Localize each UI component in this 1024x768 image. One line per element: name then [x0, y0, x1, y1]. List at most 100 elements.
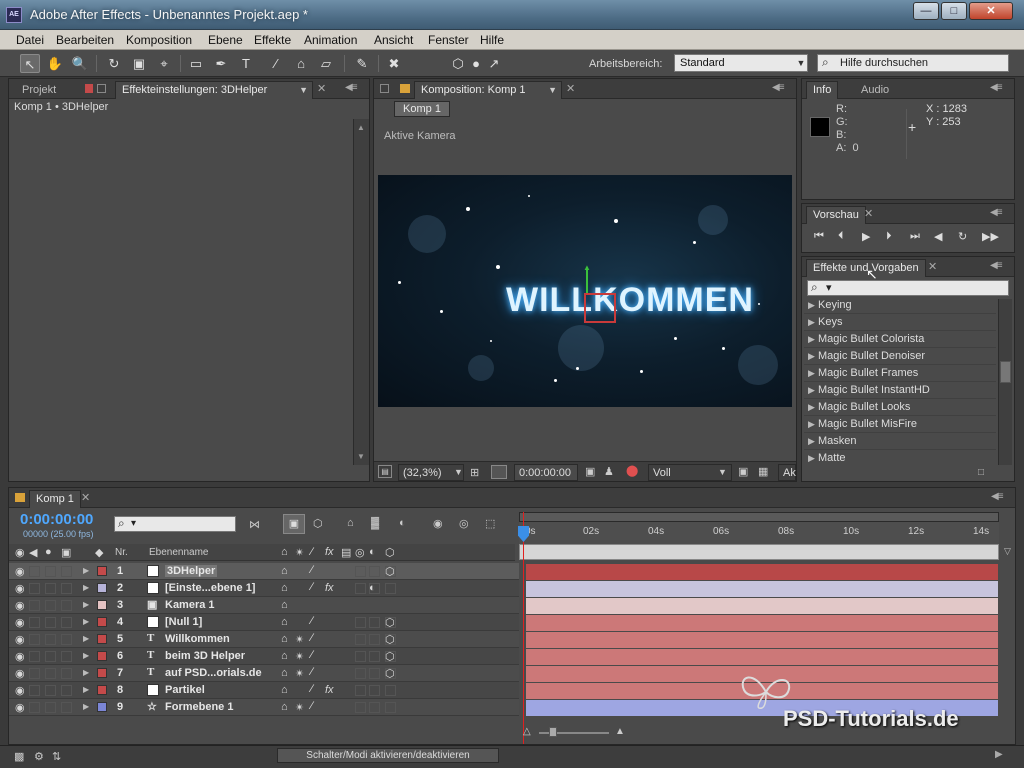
eraser-tool-icon[interactable]: ▱ [316, 54, 336, 73]
close-icon[interactable]: ✕ [317, 82, 326, 95]
expand-arrow-icon[interactable]: ▶ [83, 583, 89, 592]
quality-switch-icon[interactable]: ∕ [311, 581, 313, 593]
label-color[interactable] [97, 617, 107, 627]
solo-cell[interactable] [45, 668, 56, 679]
audio-cell[interactable] [29, 583, 40, 594]
motion-blur-cell[interactable] [355, 583, 366, 594]
motion-blur-cell[interactable] [355, 617, 366, 628]
lock-icon[interactable]: ▣ [61, 546, 71, 559]
panel-menu-icon[interactable]: ◀≡ [990, 207, 1002, 218]
fx-switch-icon[interactable]: fx [325, 546, 334, 558]
expand-arrow-icon[interactable]: ▶ [83, 566, 89, 575]
label-color[interactable] [97, 634, 107, 644]
text-tool-icon[interactable]: T [236, 54, 256, 73]
solo-cell[interactable] [45, 600, 56, 611]
adjustment-cell[interactable] [369, 651, 380, 662]
audio-cell[interactable] [29, 685, 40, 696]
rectangle-tool-icon[interactable]: ▭ [186, 54, 206, 73]
collapse-switch-icon[interactable]: ✴ [295, 633, 304, 646]
fx-switch-icon[interactable]: fx [325, 684, 334, 696]
layer-row[interactable]: ◉ ▶ 9 ☆ Formebene 1 ⌂ ✴ ∕ [9, 699, 519, 716]
motion-blur-cell[interactable] [355, 634, 366, 645]
audio-cell[interactable] [29, 600, 40, 611]
expand-arrow-icon[interactable]: ▶ [83, 668, 89, 677]
menu-fenster[interactable]: Fenster [428, 33, 469, 47]
chevron-down-icon[interactable]: ▼ [718, 467, 727, 477]
pen-tool-icon[interactable]: ✒ [211, 54, 231, 73]
audio-cell[interactable] [29, 651, 40, 662]
eye-icon[interactable]: ◉ [15, 650, 25, 663]
shy-switch-icon[interactable]: ⌂ [281, 650, 288, 662]
comp-mini-flowchart-icon[interactable]: ⋈ [249, 518, 260, 531]
list-item[interactable]: ▶ Magic Bullet Colorista [804, 331, 996, 348]
adjustment-cell[interactable] [369, 685, 380, 696]
solo-cell[interactable] [45, 685, 56, 696]
tab-effect-controls[interactable]: Effekteinstellungen: 3DHelper ▼ [115, 81, 313, 99]
layer-name[interactable]: auf PSD...orials.de [165, 667, 262, 679]
scroll-right-icon[interactable]: ▶ [995, 749, 1003, 760]
tab-project[interactable]: Projekt [15, 81, 63, 99]
layer-duration-bar[interactable] [526, 598, 998, 614]
region-of-interest-icon[interactable]: ▣ [738, 465, 748, 478]
menu-ebene[interactable]: Ebene [208, 33, 243, 47]
quality-switch-icon[interactable]: ∕ [311, 546, 313, 558]
panel-menu-icon[interactable]: ◀≡ [990, 260, 1002, 271]
ram-preview-icon[interactable]: ▶▶ [982, 230, 999, 243]
3d-switch-icon[interactable]: ⬡ [385, 546, 395, 559]
audio-icon[interactable]: ◀ [934, 230, 942, 243]
live-update-icon[interactable]: ▣ [283, 514, 305, 534]
comp-navigator-button[interactable]: Komp 1 [394, 101, 450, 117]
brush-tool-icon[interactable]: ∕ [266, 54, 286, 73]
eye-icon[interactable]: ◉ [15, 546, 25, 559]
lock-icon[interactable] [380, 84, 389, 93]
adjustment-switch-icon[interactable]: ◐ [369, 546, 376, 558]
adjustment-cell[interactable] [369, 668, 380, 679]
show-snapshot-icon[interactable]: ♟ [604, 465, 614, 478]
work-area-bar[interactable] [519, 512, 999, 522]
first-frame-icon[interactable]: ⏮ [814, 230, 824, 243]
label-color[interactable] [97, 702, 107, 712]
collapse-switch-icon[interactable]: ✴ [295, 546, 304, 559]
lock-cell[interactable] [61, 702, 72, 713]
prev-frame-icon[interactable]: ⏴ [838, 230, 844, 243]
3d-layer-icon[interactable]: ⬡ [385, 650, 395, 663]
menu-komposition[interactable]: Komposition [126, 33, 192, 47]
rotate-tool-icon[interactable]: ↻ [104, 54, 124, 73]
layer-row[interactable]: ◉ ▶ 4 [Null 1] ⌂ ∕ ⬡ [9, 614, 519, 631]
layer-row[interactable]: ◉ ▶ 6 Tbeim 3D Helper ⌂ ✴ ∕ ⬡ [9, 648, 519, 665]
adjustment-cell[interactable] [369, 634, 380, 645]
toggle-switches-modes-button[interactable]: Schalter/Modi aktivieren/deaktivieren [277, 748, 499, 763]
tab-composition[interactable]: Komposition: Komp 1 ▼ [414, 81, 562, 99]
3d-cell[interactable] [385, 685, 396, 696]
shy-switch-icon[interactable]: ⌂ [281, 546, 288, 558]
effects-search-input[interactable]: ▾ [807, 280, 1009, 296]
clone-stamp-tool-icon[interactable]: ⌂ [291, 54, 311, 73]
layer-duration-bar[interactable] [526, 632, 998, 648]
zoom-tool-icon[interactable]: 🔍 [70, 54, 90, 73]
channel-icon[interactable]: ⬤ [626, 464, 638, 477]
expand-arrow-icon[interactable]: ▶ [83, 702, 89, 711]
panel-menu-icon[interactable]: ◀≡ [345, 82, 357, 93]
solo-cell[interactable] [45, 702, 56, 713]
layer-handles[interactable] [584, 293, 616, 323]
collapse-switch-icon[interactable]: ✴ [295, 701, 304, 714]
roto-brush-tool-icon[interactable]: ✎ [352, 54, 372, 73]
solo-cell[interactable] [45, 583, 56, 594]
expand-stretch-icon[interactable]: ⇅ [52, 750, 61, 763]
auto-keyframe-icon[interactable]: ⬚ [485, 517, 495, 530]
3d-layer-icon[interactable]: ⬡ [385, 667, 395, 680]
layer-name[interactable]: beim 3D Helper [165, 650, 245, 662]
lock-cell[interactable] [61, 566, 72, 577]
axis-view-icon[interactable]: ↗ [484, 54, 504, 73]
selection-tool-icon[interactable]: ↖ [20, 54, 40, 73]
eye-icon[interactable]: ◉ [15, 565, 25, 578]
loop-icon[interactable]: ↻ [958, 230, 967, 243]
lock-cell[interactable] [61, 583, 72, 594]
tab-audio[interactable]: Audio [854, 81, 896, 99]
quality-switch-icon[interactable]: ∕ [311, 700, 313, 712]
shy-switch-icon[interactable]: ⌂ [281, 616, 288, 628]
play-icon[interactable]: ▶ [862, 230, 870, 243]
chevron-down-icon[interactable]: ▼ [795, 55, 807, 71]
quality-switch-icon[interactable]: ∕ [311, 564, 313, 576]
next-frame-icon[interactable]: ⏵ [886, 230, 892, 243]
